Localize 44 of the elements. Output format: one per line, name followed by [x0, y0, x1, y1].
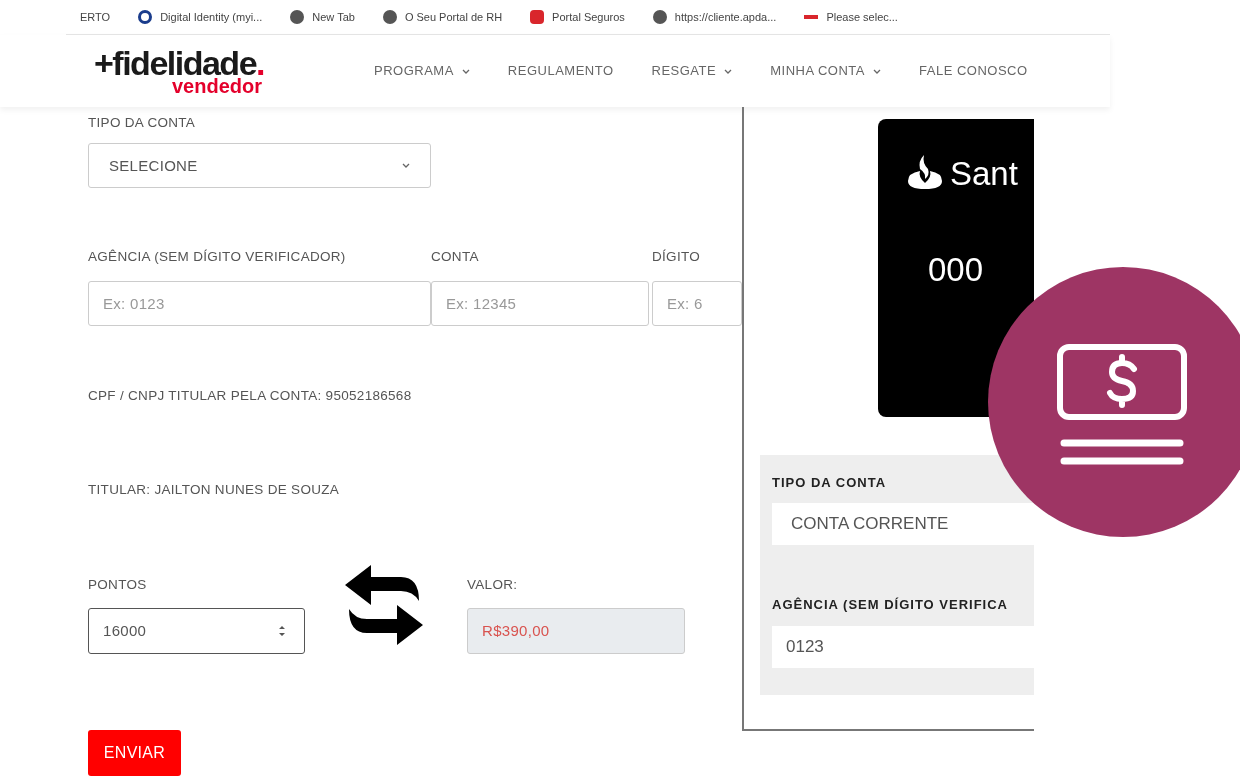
field-label: TIPO DA CONTA — [772, 474, 888, 492]
text-input[interactable]: Ex: 12345 — [431, 280, 649, 326]
bookmark-link[interactable]: https://cliente.apda... — [674, 8, 777, 26]
field-label: AGÊNCIA (SEM DÍGITO VERIFICADOR) — [88, 248, 347, 267]
nav-link[interactable]: RESGATE — [651, 61, 733, 81]
bookmark-link[interactable]: Digital Identity (myi... — [160, 8, 263, 26]
bookmark-link[interactable]: Portal Seguros — [552, 8, 625, 26]
submit-button[interactable]: ENVIAR — [88, 730, 181, 776]
bookmark-icon — [804, 15, 819, 19]
amount-field: R$390,00 — [467, 608, 685, 655]
field-label: AGÊNCIA (SEM DÍGITO VERIFICA — [772, 595, 1009, 614]
points-value: 16000 — [103, 621, 147, 641]
caret-icon — [724, 68, 733, 74]
bookmark-icon — [530, 10, 545, 24]
bookmark-link[interactable]: ERTO — [80, 8, 111, 26]
field-label: VALOR: — [467, 576, 519, 594]
nav-link[interactable]: FALE CONOSCO — [919, 61, 1028, 81]
holder-name: TITULAR: JAILTON NUNES DE SOUZA — [88, 480, 341, 499]
caret-icon — [402, 163, 410, 169]
flame-icon — [906, 155, 944, 191]
caret-icon — [873, 68, 881, 74]
spinner-icon — [278, 624, 286, 639]
bookmark-icon — [138, 10, 153, 24]
field-label: CONTA — [431, 248, 480, 267]
field-label: PONTOS — [88, 576, 148, 594]
card-number: 000 — [928, 253, 985, 286]
bookmark-link[interactable]: O Seu Portal de RH — [404, 8, 503, 26]
points-input[interactable]: 16000 — [88, 608, 305, 655]
caret-icon — [461, 68, 470, 74]
swap-arrows-icon — [345, 563, 423, 647]
field-label: DÍGITO — [652, 248, 702, 267]
account-type-field: CONTA CORRENTE — [772, 502, 1034, 545]
bookmark-link[interactable]: Please selec... — [826, 8, 898, 26]
text-input[interactable]: Ex: 0123 — [88, 280, 431, 326]
text-input[interactable]: Ex: 6 — [652, 280, 742, 326]
nav-link[interactable]: MINHA CONTA — [770, 61, 881, 81]
cpf-text: CPF / CNPJ TITULAR PELA CONTA: 95052186568 — [88, 386, 413, 405]
nav-link[interactable]: REGULAMENTO — [507, 61, 614, 81]
bank-name: Sant — [950, 156, 1018, 190]
account-type-select[interactable]: SELECIONE — [88, 143, 431, 189]
agency-field: 0123 — [772, 626, 1034, 668]
field-label: TIPO DA CONTA — [88, 114, 197, 132]
bookmark-link[interactable]: New Tab — [312, 8, 355, 26]
nav-link[interactable]: PROGRAMA — [374, 61, 470, 81]
